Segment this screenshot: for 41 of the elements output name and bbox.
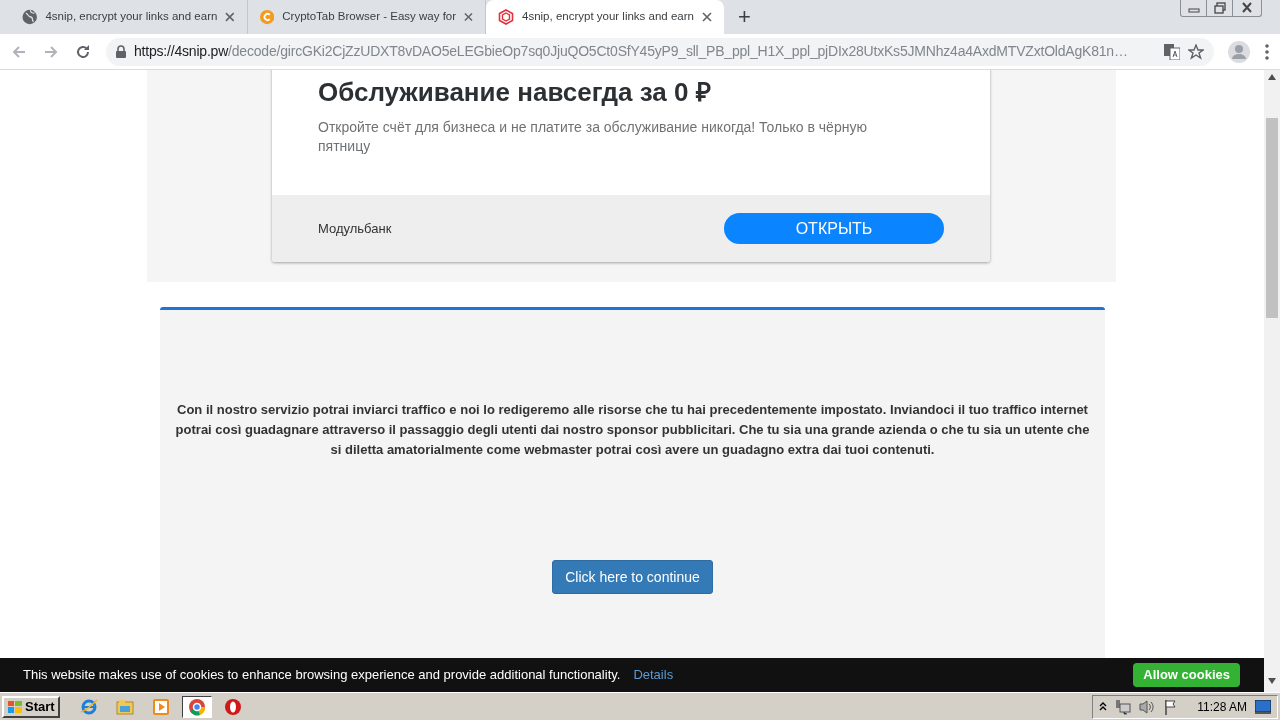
globe-icon: [22, 9, 38, 25]
advertiser-name: Модульбанк: [318, 219, 392, 238]
scroll-up-icon[interactable]: [1268, 74, 1276, 80]
hexagon-logo-icon: [498, 9, 514, 25]
menu-icon[interactable]: [1264, 42, 1270, 61]
lock-icon: [116, 45, 126, 58]
speaker-icon[interactable]: [1139, 698, 1156, 715]
ad-title: Обслуживание навсегда за 0 ₽: [318, 76, 712, 108]
restore-icon[interactable]: [1211, 0, 1228, 16]
chrome-icon: [187, 697, 206, 716]
windows-logo-icon: [7, 699, 23, 714]
details-link[interactable]: Details: [633, 665, 674, 685]
translate-icon[interactable]: [1164, 43, 1180, 60]
taskbar-button[interactable]: [181, 695, 212, 718]
description-text: Con il nostro servizio potrai inviarci traffico e noi lo redigeremo alle risorse che tu hai precedentemente impostato. Inviandoci il tuo traffico internet potrai così guadagnare attraverso il passaggio degli utenti dai nostro sponsor pubblicitari. Che tu sia una grande azienda o che tu sia un utente che si diletta amatorialmente come webmaster potrai così avere un guadagno extra dai tuoi contenuti.: [174, 401, 1091, 459]
browser-e-icon: [79, 697, 98, 716]
play-icon: [151, 697, 170, 716]
show-desktop-icon[interactable]: [1255, 699, 1271, 714]
close-icon: [225, 12, 235, 22]
opera-icon: [223, 697, 242, 716]
continue-button[interactable]: Click here to continue: [552, 560, 713, 594]
new-tab-button[interactable]: +: [738, 4, 751, 30]
star-icon[interactable]: [1188, 43, 1204, 60]
scroll-down-icon[interactable]: [1268, 678, 1276, 684]
ad-text: Откройте счёт для бизнеса и не платите за обслуживание никогда! Только в чёрную пятницу: [318, 118, 868, 156]
close-icon: [702, 12, 712, 22]
close-icon: [464, 12, 473, 22]
show-hidden-icons-icon[interactable]: [1099, 701, 1108, 712]
scrollbar[interactable]: [1264, 70, 1280, 692]
folder-icon: [115, 697, 134, 716]
network-icon[interactable]: [1115, 698, 1132, 715]
open-button[interactable]: ОТКРЫТЬ: [724, 213, 944, 244]
url-text: https://4snip.pw/decode/gircGKi2CjZzUDXT8vDAO5eLEGbieOp7sq0JjuQO5Ct0SfY45yP9_sll_PB_ppl_H1X_ppl_pjDIx28UtxKs5JMNhz4a4AxdMTVZxtOldAgK81n…: [134, 42, 1128, 61]
coin-icon: [260, 9, 275, 25]
start-button[interactable]: Start: [2, 695, 60, 718]
profile-avatar-icon[interactable]: [1228, 40, 1250, 63]
cookie-message: This website makes use of cookies to enhance browsing experience and provide additional functionality.: [23, 666, 621, 685]
clock[interactable]: 11:28 AM: [1197, 697, 1247, 716]
address-bar[interactable]: https://4snip.pw/decode/gircGKi2CjZzUDXT8vDAO5eLEGbieOp7sq0JjuQO5Ct0SfY45yP9_sll_PB_ppl_H1X_ppl_pjDIx28UtxKs5JMNhz4a4AxdMTVZxtOldAgK81n…: [106, 37, 1214, 66]
browser-tab[interactable]: 4snip, encrypt your links and earn: [486, 0, 724, 34]
scrollbar-thumb[interactable]: [1266, 118, 1278, 318]
